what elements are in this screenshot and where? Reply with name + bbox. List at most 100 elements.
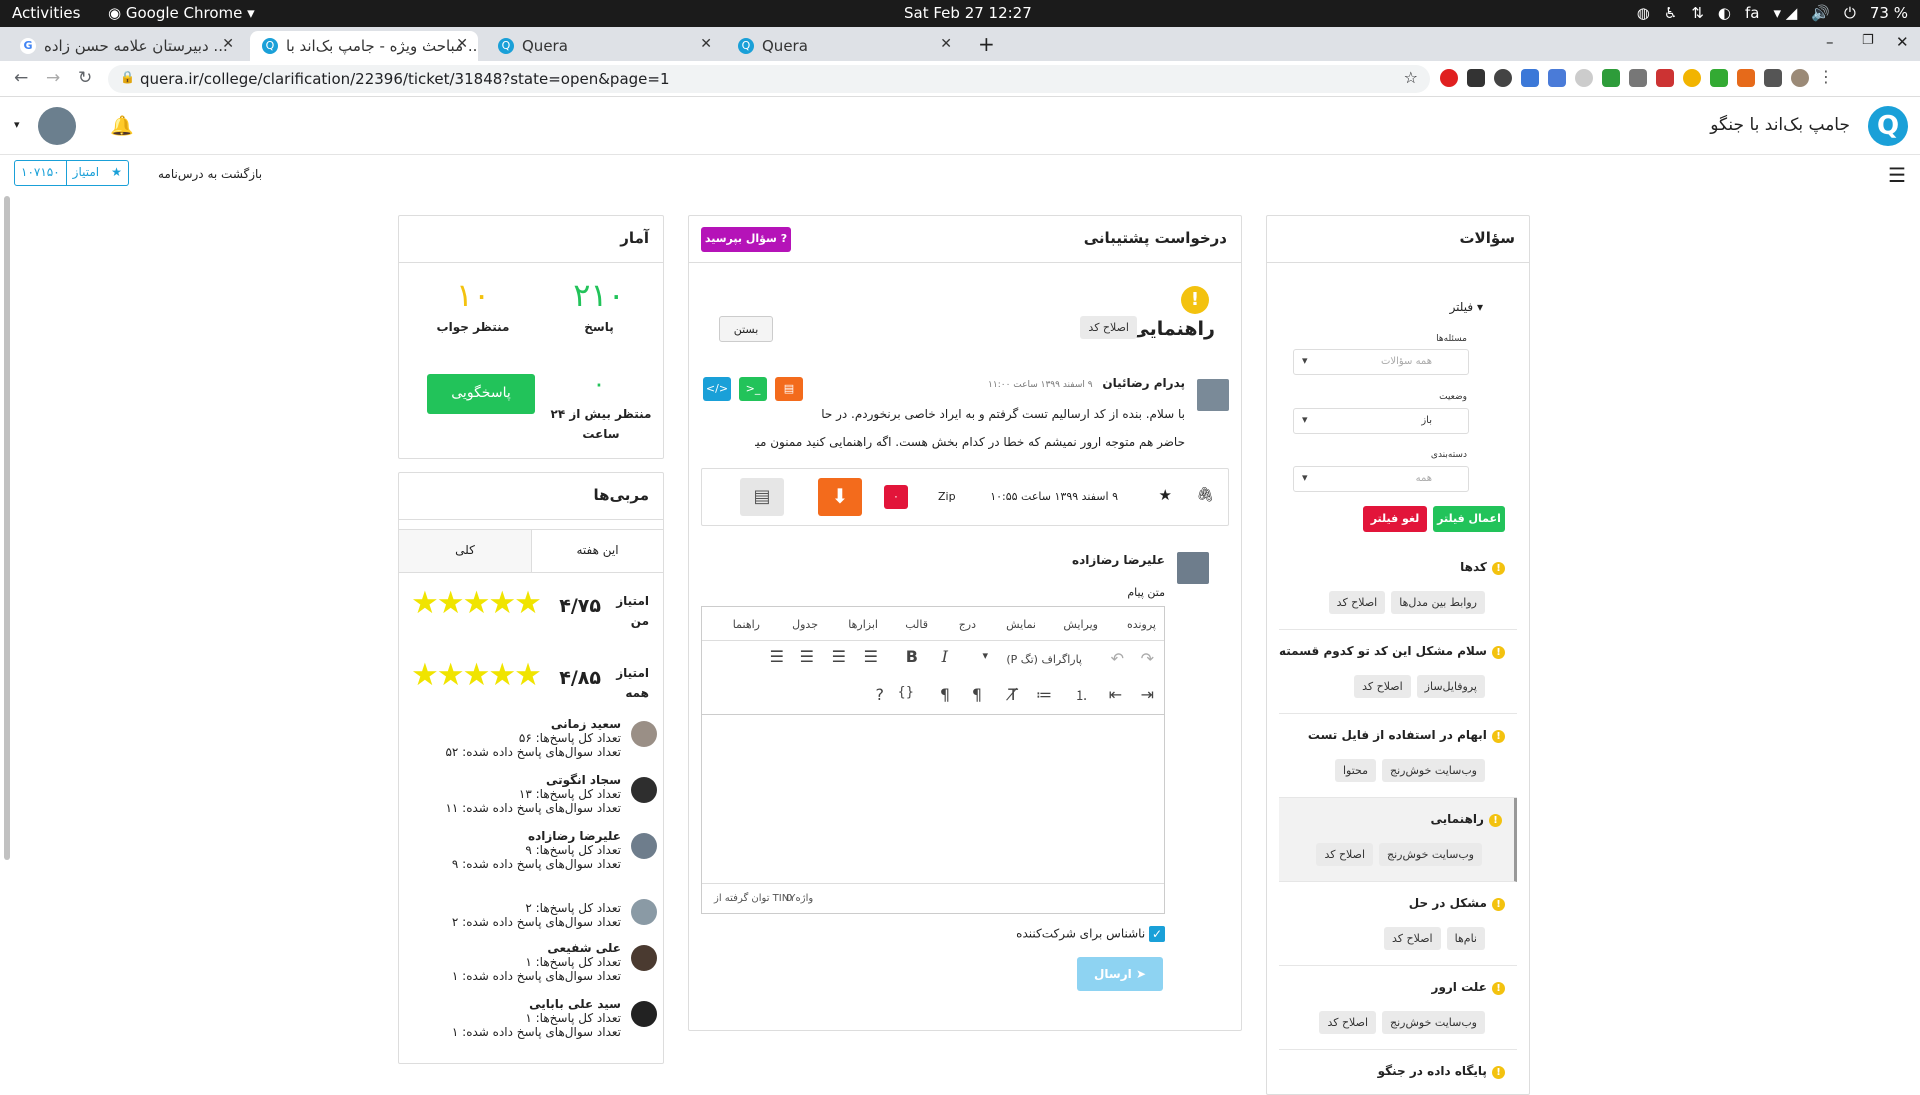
question-tag[interactable]: محتوا (1334, 759, 1377, 782)
list-item[interactable]: ! ابهام در استفاده از فایل تست وب‌سایت خ… (1279, 714, 1517, 798)
paragraph-select[interactable]: پاراگراف (تگ P) (1006, 653, 1082, 666)
extension-icon[interactable] (1575, 69, 1593, 87)
anonymous-checkbox[interactable]: ✓ (1149, 926, 1165, 942)
respond-button[interactable]: پاسخگویی (427, 374, 535, 414)
tab-this-week[interactable]: این هفته (531, 530, 663, 572)
question-tag[interactable]: پروفایل‌ساز (1416, 675, 1485, 698)
send-button[interactable]: ➤ ارسال (1077, 957, 1163, 991)
star-icon[interactable]: ★ (1159, 486, 1172, 504)
menu-insert[interactable]: درج (959, 618, 976, 631)
question-tag[interactable]: اصلاح کد (1384, 927, 1441, 950)
menu-file[interactable]: پرونده (1127, 618, 1156, 631)
italic-icon[interactable]: I (942, 647, 948, 666)
tab-quera-1[interactable]: Q Quera ✕ (486, 31, 722, 61)
close-icon[interactable]: ✕ (456, 36, 468, 52)
question-tag[interactable]: وب‌سایت خوش‌رنج (1382, 759, 1485, 782)
chevron-down-icon[interactable]: ▾ (982, 649, 988, 662)
wifi-icon[interactable]: ▾ ◢ (1773, 4, 1797, 22)
list-item[interactable]: ! پایگاه داده در جنگو (1279, 1050, 1517, 1090)
question-tag[interactable]: وب‌سایت خوش‌رنج (1382, 1011, 1485, 1034)
bell-icon[interactable]: 🔔 (110, 114, 134, 137)
align-right-icon[interactable]: ☰ (832, 647, 846, 666)
question-tag[interactable]: روابط بین مدل‌ها (1391, 591, 1485, 614)
close-icon[interactable]: ✕ (940, 36, 952, 52)
keyboard-language[interactable]: fa (1745, 4, 1759, 22)
tab-quera-2[interactable]: Q Quera ✕ (726, 31, 962, 61)
restore-icon[interactable]: ❐ (1862, 33, 1874, 48)
question-tag[interactable]: اصلاح کد (1316, 843, 1374, 866)
menu-table[interactable]: جدول (792, 618, 818, 631)
problems-select[interactable]: همه سؤالات (1293, 349, 1469, 375)
question-tag[interactable]: نام‌ها (1446, 927, 1485, 950)
page-scrollbar[interactable] (4, 196, 10, 860)
code-sample-icon[interactable]: {} (897, 685, 914, 700)
extension-icon[interactable] (1656, 69, 1674, 87)
list-item[interactable]: ! علت ارور وب‌سایت خوش‌رنجاصلاح کد (1279, 966, 1517, 1050)
close-icon[interactable]: ✕ (700, 36, 712, 52)
code-icon[interactable]: </> (703, 377, 731, 401)
question-tag[interactable]: اصلاح کد (1328, 591, 1386, 614)
tab-school[interactable]: G دبیرستان علامه حسن زاده ... ✕ (8, 31, 244, 61)
question-tag[interactable]: وب‌سایت خوش‌رنج (1379, 843, 1482, 866)
download-icon[interactable]: ⬇ (818, 478, 862, 516)
extension-icon[interactable] (1629, 69, 1647, 87)
document-icon[interactable]: ▤ (740, 478, 784, 516)
adblock-icon[interactable] (1440, 69, 1458, 87)
night-light-icon[interactable]: ◐ (1718, 4, 1731, 22)
avatar[interactable] (38, 107, 76, 145)
extension-icon[interactable] (1737, 69, 1755, 87)
editor-body[interactable] (702, 715, 1164, 883)
battery-level[interactable]: 73 % (1870, 4, 1908, 22)
extension-icon[interactable] (1467, 69, 1485, 87)
points-badge[interactable]: ★ امتیاز ۱۰۷۱۵۰ (14, 160, 129, 186)
bold-icon[interactable]: B (906, 647, 918, 666)
filter-toggle[interactable]: ▾ فیلتر (1450, 300, 1483, 314)
menu-view[interactable]: نمایش (1006, 618, 1036, 631)
category-select[interactable]: همه (1293, 466, 1469, 492)
terminal-icon[interactable]: >_ (739, 377, 767, 401)
power-icon[interactable]: ⏻ (1844, 4, 1856, 22)
list-item-active[interactable]: ! راهنمایی وب‌سایت خوش‌رنجاصلاح کد (1279, 798, 1517, 882)
list-item[interactable]: ! مشکل در حل نام‌هااصلاح کد (1279, 882, 1517, 966)
cancel-filter-button[interactable]: لغو فیلتر (1363, 506, 1427, 532)
menu-format[interactable]: قالب (905, 618, 928, 631)
accessibility-icon[interactable]: ♿ (1664, 4, 1677, 22)
redo-icon[interactable]: ↷ (1141, 649, 1154, 668)
hamburger-menu-icon[interactable]: ☰ (1888, 163, 1906, 187)
close-ticket-button[interactable]: بستن (719, 316, 773, 342)
menu-tools[interactable]: ابزارها (848, 618, 878, 631)
menu-help[interactable]: راهنما (733, 618, 760, 631)
window-close-icon[interactable]: ✕ (1896, 33, 1909, 51)
apply-filter-button[interactable]: اعمال فیلتر (1433, 506, 1505, 532)
close-icon[interactable]: ✕ (222, 36, 234, 52)
clock[interactable]: Sat Feb 27 12:27 (904, 4, 1032, 22)
question-tag[interactable]: اصلاح کد (1354, 675, 1411, 698)
volume-icon[interactable]: 🔊 (1811, 4, 1830, 22)
bullet-list-icon[interactable]: ≔ (1036, 685, 1052, 704)
chrome-icon[interactable]: ◍ (1637, 4, 1650, 22)
file-icon[interactable]: ▤ (775, 377, 803, 401)
ticket-tag[interactable]: اصلاح کد (1080, 316, 1137, 339)
back-icon[interactable]: ← (14, 68, 28, 88)
menu-edit[interactable]: ویرایش (1063, 618, 1098, 631)
tab-overall[interactable]: کلی (399, 530, 531, 572)
list-item[interactable]: ! کدها روابط بین مدل‌هااصلاح کد (1279, 546, 1517, 630)
extension-icon[interactable] (1602, 69, 1620, 87)
rtl-icon[interactable]: ¶ (972, 685, 982, 704)
ltr-icon[interactable]: ¶ (940, 685, 950, 704)
indent-icon[interactable]: ⇥ (1141, 685, 1154, 704)
align-center-icon[interactable]: ☰ (800, 647, 814, 666)
question-tag[interactable]: اصلاح کد (1319, 1011, 1377, 1034)
align-left-icon[interactable]: ☰ (770, 647, 784, 666)
url-input[interactable]: 🔒 quera.ir/college/clarification/22396/t… (108, 65, 1430, 93)
back-to-course-link[interactable]: بازگشت به درس‌نامه (158, 167, 262, 181)
numbered-list-icon[interactable]: ⒈ (1075, 685, 1088, 704)
forward-icon[interactable]: → (46, 68, 60, 88)
app-menu[interactable]: ◉ Google Chrome ▾ (108, 4, 255, 22)
site-title[interactable]: جامپ بک‌اند با جنگو (1710, 115, 1850, 135)
activities-button[interactable]: Activities (12, 4, 80, 22)
align-justify-icon[interactable]: ☰ (864, 647, 878, 666)
extension-icon[interactable] (1494, 69, 1512, 87)
network-icon[interactable]: ⇅ (1691, 4, 1704, 22)
minimize-icon[interactable]: – (1826, 33, 1834, 51)
